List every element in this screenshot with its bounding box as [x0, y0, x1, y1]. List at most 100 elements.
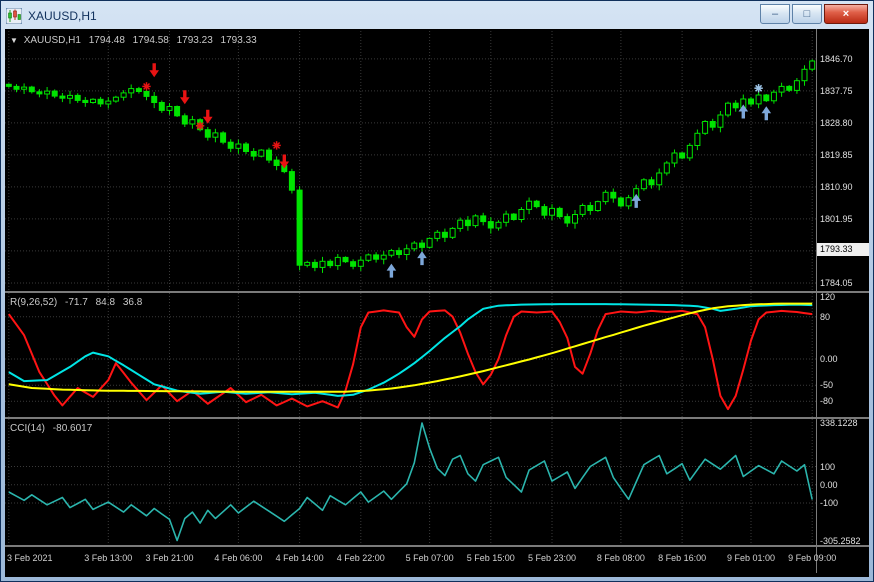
arrow-down-signal	[202, 109, 213, 124]
candle	[801, 65, 808, 86]
scale-label: 1819.85	[820, 149, 853, 160]
candle	[457, 217, 464, 232]
candle	[663, 160, 670, 176]
high-value: 1794.58	[132, 35, 169, 46]
candle	[594, 200, 601, 212]
candle	[518, 207, 525, 223]
grid-layer	[5, 419, 816, 545]
grid-layer	[5, 31, 816, 291]
star-signal	[754, 84, 763, 93]
scale-label: 100	[820, 461, 836, 472]
arrow-up-signal	[761, 106, 772, 121]
r-indicator-pane[interactable]	[5, 293, 816, 417]
candle	[151, 92, 158, 109]
titlebar[interactable]: XAUUSD,H1 – □ ×	[4, 4, 870, 28]
arrow-down-signal	[149, 63, 159, 78]
candle	[533, 199, 540, 209]
arrow-up-signal	[738, 104, 749, 119]
candle	[166, 103, 173, 115]
candle	[36, 89, 43, 98]
candle	[350, 259, 357, 270]
maximize-button[interactable]: □	[792, 4, 822, 24]
candle	[709, 118, 716, 131]
candle	[258, 149, 265, 158]
signal-markers-layer	[142, 63, 772, 278]
time-label: 4 Feb 22:00	[336, 553, 385, 563]
minimize-button[interactable]: –	[760, 4, 790, 24]
candle	[396, 247, 402, 259]
candle	[319, 256, 326, 273]
indicator1-label: R(9,26,52) -71.7 84.8 36.8	[10, 297, 147, 308]
candle	[296, 186, 303, 271]
candle	[334, 254, 341, 270]
symbol-dropdown-icon[interactable]: ▼	[10, 36, 18, 45]
indicator1-name: R(9,26,52)	[10, 297, 58, 308]
candle	[732, 100, 739, 112]
candle	[388, 248, 395, 258]
ohlc-readout: ▼ XAUUSD,H1 1794.48 1794.58 1793.23 1793…	[10, 35, 262, 46]
app-icon[interactable]	[6, 8, 22, 24]
price-scale[interactable]: 1793.33 1846.70 1837.75 1828.80 1819.85 1810…	[817, 29, 869, 547]
candle	[380, 251, 387, 265]
candle	[725, 101, 731, 118]
candle	[174, 105, 181, 117]
candle	[243, 142, 249, 155]
close-button[interactable]: ×	[824, 4, 868, 24]
candle	[441, 228, 448, 242]
candle	[97, 96, 104, 107]
candle	[304, 260, 311, 268]
candle	[510, 213, 517, 221]
arrow-down-signal	[180, 90, 190, 105]
candle	[266, 147, 272, 164]
scale-label: -80	[820, 396, 834, 407]
candle	[564, 213, 571, 227]
candle	[181, 113, 188, 127]
time-label: 5 Feb 15:00	[466, 553, 515, 563]
candle	[419, 239, 425, 252]
time-scale[interactable]: 3 Feb 2021 3 Feb 13:00 3 Feb 21:00 4 Feb 06…	[5, 547, 869, 573]
candle	[464, 216, 471, 231]
scale-label: -100	[820, 498, 839, 508]
arrow-down-signal	[279, 154, 290, 169]
star-signal	[272, 141, 281, 150]
candle	[59, 93, 66, 103]
time-label: 9 Feb 09:00	[788, 553, 837, 563]
symbol-label: XAUUSD,H1	[23, 35, 81, 46]
candle	[526, 197, 533, 215]
r-fast-red-line	[7, 309, 813, 411]
candle	[158, 100, 165, 113]
candle	[717, 111, 724, 133]
time-label: 5 Feb 07:00	[405, 553, 454, 563]
candle	[28, 85, 35, 94]
candle	[227, 139, 234, 153]
candle	[686, 143, 693, 161]
candle	[793, 78, 800, 94]
candle	[472, 214, 479, 228]
candle	[625, 194, 632, 210]
candle	[342, 256, 349, 263]
window-title: XAUUSD,H1	[28, 9, 97, 23]
candle	[748, 96, 754, 107]
scale-label: 1810.90	[820, 181, 853, 192]
candle	[480, 212, 487, 226]
candle	[755, 91, 762, 109]
candle	[572, 210, 578, 229]
price-pane[interactable]	[5, 31, 816, 291]
scale-label: 338.1228	[820, 418, 858, 428]
time-label: 9 Feb 01:00	[726, 553, 776, 563]
cci-indicator-pane[interactable]	[5, 419, 816, 545]
time-label: 5 Feb 23:00	[527, 553, 577, 563]
candle	[373, 252, 380, 263]
candle	[327, 259, 334, 269]
candle	[273, 156, 280, 171]
time-label: 8 Feb 08:00	[596, 553, 645, 563]
candle	[204, 127, 211, 141]
candle	[44, 87, 51, 100]
candle	[671, 149, 678, 168]
candle	[74, 93, 81, 103]
candle	[617, 196, 624, 208]
candle	[487, 217, 494, 234]
chart-area: ▼ XAUUSD,H1 1794.48 1794.58 1793.23 1793…	[5, 29, 869, 577]
indicator1-value2: 84.8	[95, 297, 116, 308]
scale-label: 1837.75	[820, 85, 853, 96]
